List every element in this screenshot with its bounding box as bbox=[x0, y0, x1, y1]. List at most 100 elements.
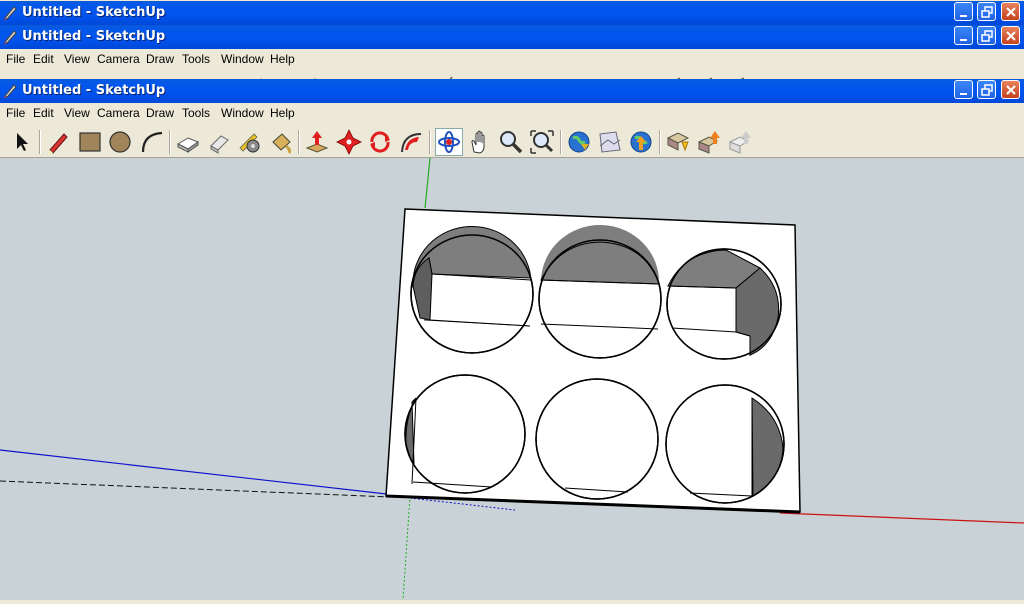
hole-3[interactable] bbox=[666, 248, 782, 360]
menu-tools[interactable]: Tools bbox=[182, 106, 210, 120]
minimize-button[interactable] bbox=[954, 26, 973, 45]
close-button[interactable] bbox=[1001, 2, 1020, 21]
toolbar-separator bbox=[560, 130, 562, 154]
minimize-icon bbox=[960, 93, 967, 95]
circle-tool-button[interactable] bbox=[106, 128, 134, 156]
sketchup-app-icon bbox=[4, 84, 17, 98]
green-axis-line bbox=[424, 157, 431, 209]
arc-tool-button[interactable] bbox=[138, 128, 166, 156]
window-3-titlebar[interactable]: Untitled - SketchUp bbox=[0, 79, 1024, 103]
rectangle-icon bbox=[79, 132, 101, 152]
close-icon bbox=[1006, 7, 1016, 17]
place-model-icon bbox=[630, 131, 652, 153]
restore-icon bbox=[981, 84, 993, 96]
toolbar-separator bbox=[39, 130, 41, 154]
zoom-icon bbox=[500, 131, 523, 154]
red-axis-line bbox=[779, 512, 1024, 524]
menu-window[interactable]: Window bbox=[221, 106, 264, 120]
menu-help[interactable]: Help bbox=[270, 52, 295, 66]
minimize-icon bbox=[960, 15, 967, 17]
black-dashed-guide bbox=[0, 480, 391, 498]
hole-1[interactable] bbox=[410, 225, 534, 354]
place-model-button[interactable] bbox=[627, 128, 655, 156]
zoom-tool-button[interactable] bbox=[497, 128, 525, 156]
select-tool-button[interactable] bbox=[8, 128, 36, 156]
menu-view[interactable]: View bbox=[64, 106, 90, 120]
menu-edit[interactable]: Edit bbox=[33, 106, 54, 120]
sketchup-app-icon bbox=[4, 30, 17, 44]
menu-camera[interactable]: Camera bbox=[97, 52, 140, 66]
menu-camera[interactable]: Camera bbox=[97, 106, 140, 120]
orbit-tool-button[interactable] bbox=[435, 128, 463, 156]
push-pull-button[interactable] bbox=[303, 128, 331, 156]
window-1-titlebar[interactable]: Untitled - SketchUp bbox=[0, 1, 1024, 25]
zoom-extents-button[interactable] bbox=[528, 128, 556, 156]
menu-window[interactable]: Window bbox=[221, 52, 264, 66]
menu-file[interactable]: File bbox=[6, 52, 25, 66]
make-component-button[interactable] bbox=[174, 128, 202, 156]
restore-button[interactable] bbox=[977, 80, 996, 99]
toggle-terrain-icon bbox=[599, 131, 621, 153]
follow-me-icon bbox=[401, 133, 422, 153]
close-button[interactable] bbox=[1001, 26, 1020, 45]
restore-button[interactable] bbox=[977, 26, 996, 45]
toolbar-separator bbox=[169, 130, 171, 154]
share-model-icon bbox=[697, 131, 720, 154]
restore-icon bbox=[981, 30, 993, 42]
paint-bucket-button[interactable] bbox=[267, 128, 295, 156]
get-current-view-button[interactable] bbox=[565, 128, 593, 156]
tape-measure-icon bbox=[239, 133, 260, 153]
share-component-icon bbox=[728, 131, 751, 154]
window-2-titlebar[interactable]: Untitled - SketchUp bbox=[0, 25, 1024, 49]
minimize-icon bbox=[960, 39, 967, 41]
make-component-icon bbox=[176, 137, 200, 153]
menu-file[interactable]: File bbox=[6, 106, 25, 120]
toggle-terrain-button[interactable] bbox=[596, 128, 624, 156]
menu-tools[interactable]: Tools bbox=[182, 52, 210, 66]
orbit-icon bbox=[438, 131, 460, 153]
pan-tool-button[interactable] bbox=[466, 128, 494, 156]
hole-2[interactable] bbox=[538, 224, 662, 359]
minimize-button[interactable] bbox=[954, 80, 973, 99]
move-icon bbox=[336, 129, 362, 155]
menu-draw[interactable]: Draw bbox=[146, 106, 174, 120]
restore-icon bbox=[981, 6, 993, 18]
rectangle-tool-button[interactable] bbox=[76, 128, 104, 156]
paint-bucket-icon bbox=[272, 133, 292, 154]
share-component-button[interactable] bbox=[726, 128, 754, 156]
line-tool-button[interactable] bbox=[44, 128, 72, 156]
drawing-viewport[interactable] bbox=[0, 157, 1024, 601]
restore-button[interactable] bbox=[977, 2, 996, 21]
close-icon bbox=[1006, 85, 1016, 95]
tape-measure-button[interactable] bbox=[236, 128, 264, 156]
eraser-tool-button[interactable] bbox=[205, 128, 233, 156]
window-1-title: Untitled - SketchUp bbox=[22, 5, 166, 20]
hole-plate-model[interactable] bbox=[385, 208, 801, 514]
menu-help[interactable]: Help bbox=[270, 106, 295, 120]
main-menubar: File Edit View Camera Draw Tools Window … bbox=[0, 103, 1024, 123]
eraser-icon bbox=[210, 135, 229, 154]
circle-icon bbox=[109, 131, 131, 153]
blue-axis-line bbox=[0, 449, 396, 496]
menu-draw[interactable]: Draw bbox=[146, 52, 174, 66]
window-2-title: Untitled - SketchUp bbox=[22, 29, 166, 44]
move-tool-button[interactable] bbox=[335, 128, 363, 156]
push-pull-icon bbox=[305, 131, 329, 153]
select-icon bbox=[17, 133, 28, 151]
hole-4[interactable] bbox=[404, 374, 526, 494]
hole-5[interactable] bbox=[535, 378, 659, 500]
model-canvas[interactable] bbox=[0, 157, 1024, 601]
share-model-button[interactable] bbox=[695, 128, 723, 156]
pencil-line-icon bbox=[48, 133, 68, 154]
main-toolbar bbox=[0, 126, 1024, 158]
close-button[interactable] bbox=[1001, 80, 1020, 99]
hole-6[interactable] bbox=[665, 384, 785, 504]
get-models-icon bbox=[666, 132, 690, 152]
menu-edit[interactable]: Edit bbox=[33, 52, 54, 66]
minimize-button[interactable] bbox=[954, 2, 973, 21]
get-models-button[interactable] bbox=[664, 128, 692, 156]
follow-me-button[interactable] bbox=[397, 128, 425, 156]
menu-view[interactable]: View bbox=[64, 52, 90, 66]
rotate-tool-button[interactable] bbox=[366, 128, 394, 156]
window-3-title: Untitled - SketchUp bbox=[22, 83, 166, 98]
